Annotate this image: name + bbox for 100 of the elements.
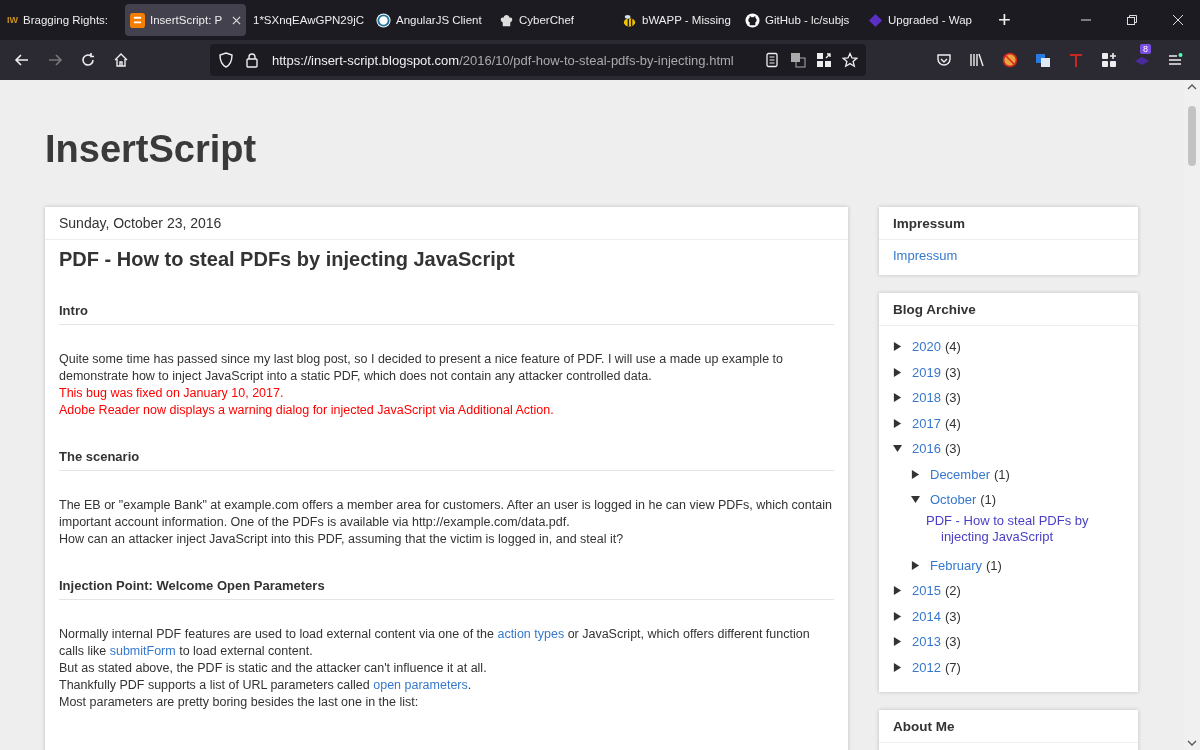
archive-year-link[interactable]: 2012 [912,659,941,675]
forward-icon[interactable] [47,52,63,68]
url-text: https://insert-script.blogspot.com/2016/10/pdf-how-to-steal-pdfs-by-injecting.html [272,52,735,68]
widget-title: About Me [879,710,1138,743]
toggle-arrow-icon[interactable] [893,367,902,377]
toggle-arrow-icon[interactable] [911,560,920,570]
post-count: (4) [944,415,961,431]
reader-view-icon[interactable] [764,52,780,68]
browser-tab[interactable]: bWAPP - Missing [617,4,738,36]
section-heading: Intro [59,303,834,325]
close-icon[interactable] [232,15,241,25]
tab-title: AngularJS Client [396,14,482,26]
text-link[interactable]: open parameters [373,678,468,692]
tab-title: GitHub - lc/subjs [765,14,850,26]
letter-t-icon[interactable] [1068,52,1084,68]
text-link[interactable]: Impressum [893,248,1124,263]
address-bar[interactable]: https://insert-script.blogspot.com/2016/10/pdf-how-to-steal-pdfs-by-injecting.html [210,44,866,76]
toggle-arrow-icon[interactable] [893,393,902,403]
post-count: (1) [980,492,997,508]
toggle-arrow-icon[interactable] [911,469,920,479]
archive-month-link[interactable]: December [930,466,990,482]
toggle-arrow-icon[interactable] [893,662,902,672]
archive-year-link[interactable]: 2015 [912,583,941,599]
github-icon [745,12,760,28]
section-heading: Injection Point: Welcome Open Parameters [59,578,834,600]
browser-tab[interactable]: 1*SXnqEAwGPN29jC [248,4,369,36]
menu-icon[interactable] [1167,52,1183,68]
blog-title[interactable]: InsertScript [45,128,1184,171]
text-link[interactable]: action types [497,627,565,641]
library-icon[interactable] [969,52,985,68]
star-icon[interactable] [842,52,858,68]
home-icon[interactable] [113,52,129,68]
notification-badge: 8 [1140,44,1151,54]
browser-tab[interactable]: GitHub - lc/subjs [740,4,861,36]
widget-title: Impressum [879,207,1138,240]
browser-tab[interactable]: CyberChef [494,4,615,36]
post-count: (3) [944,608,961,624]
post-count: (3) [944,441,961,457]
browser-tab[interactable]: AngularJS Client [371,4,492,36]
browser-tab[interactable]: IW Bragging Rights: [2,4,123,36]
grid-icon[interactable] [816,52,832,68]
post-count: (1) [986,557,1002,573]
archive-month-link[interactable]: February [930,557,983,573]
pocket-icon[interactable] [936,52,952,68]
scroll-up-icon[interactable] [1187,84,1197,90]
text-link[interactable]: submitForm [109,644,176,658]
tab-title: bWAPP - Missing [642,14,731,26]
paragraph: This bug was fixed on January 10, 2017. [59,385,285,402]
tab-title: Bragging Rights: [23,14,109,26]
paragraph: But as stated above, the PDF is static and the attacker can't influence it at all. [59,660,488,677]
toggle-arrow-icon[interactable] [893,586,902,596]
paragraph: Thankfully PDF supports a list of URL parameters called open parameters. [59,677,473,694]
lock-icon[interactable] [244,52,260,68]
tab-title: InsertScript: P [150,14,223,26]
tab-title: Upgraded - Wap [888,14,972,26]
blogger-icon [130,12,145,28]
section-heading: The scenario [59,449,834,471]
archive-year-link[interactable]: 2020 [912,339,941,355]
post-title[interactable]: PDF - How to steal PDFs by injecting JavaScript [59,248,834,271]
toggle-arrow-icon[interactable] [893,637,902,647]
paragraph: Most parameters are pretty boring besides the last one in the list: [59,694,420,711]
toggle-arrow-icon[interactable] [911,495,920,505]
browser-tab[interactable]: InsertScript: P [125,4,246,36]
toggle-arrow-icon[interactable] [893,444,902,454]
diamond-icon [868,12,883,28]
translate-icon[interactable] [790,52,806,68]
archive-year-link[interactable]: 2013 [912,634,941,650]
post-count: (3) [944,634,961,650]
post-count: (3) [944,364,961,380]
translate-icon[interactable] [1035,52,1051,68]
site-icon: IW [7,15,18,25]
tab-title: 1*SXnqEAwGPN29jC [253,14,364,26]
archive-year-link[interactable]: 2014 [912,608,941,624]
toggle-arrow-icon[interactable] [893,342,902,352]
reload-icon[interactable] [80,52,96,68]
widget-title: Blog Archive [879,293,1138,326]
post-count: (7) [944,659,961,675]
scroll-down-icon[interactable] [1187,740,1197,746]
new-tab-button[interactable]: + [998,9,1011,31]
toggle-arrow-icon[interactable] [893,611,902,621]
archive-post-link[interactable]: PDF - How to steal PDFs by injecting JavaScript [926,512,1101,545]
scrollbar-thumb[interactable] [1188,106,1196,166]
archive-year-link[interactable]: 2018 [912,390,941,406]
back-icon[interactable] [14,52,30,68]
shield-icon[interactable] [218,52,234,68]
archive-month-link[interactable]: October [930,492,977,508]
blocked-extension-icon[interactable] [1002,52,1018,68]
chef-hat-icon [499,12,514,28]
archive-year-link[interactable]: 2016 [912,441,941,457]
toggle-arrow-icon[interactable] [893,418,902,428]
archive-year-link[interactable]: 2019 [912,364,941,380]
wordpress-icon [376,12,391,28]
close-icon[interactable] [1172,14,1184,26]
restore-icon[interactable] [1126,14,1138,26]
add-extension-icon[interactable] [1101,52,1117,68]
post-count: (3) [944,390,961,406]
browser-tab[interactable]: Upgraded - Wap [863,4,984,36]
archive-year-link[interactable]: 2017 [912,415,941,431]
post-count: (1) [993,466,1010,482]
post-date: Sunday, October 23, 2016 [45,213,848,240]
